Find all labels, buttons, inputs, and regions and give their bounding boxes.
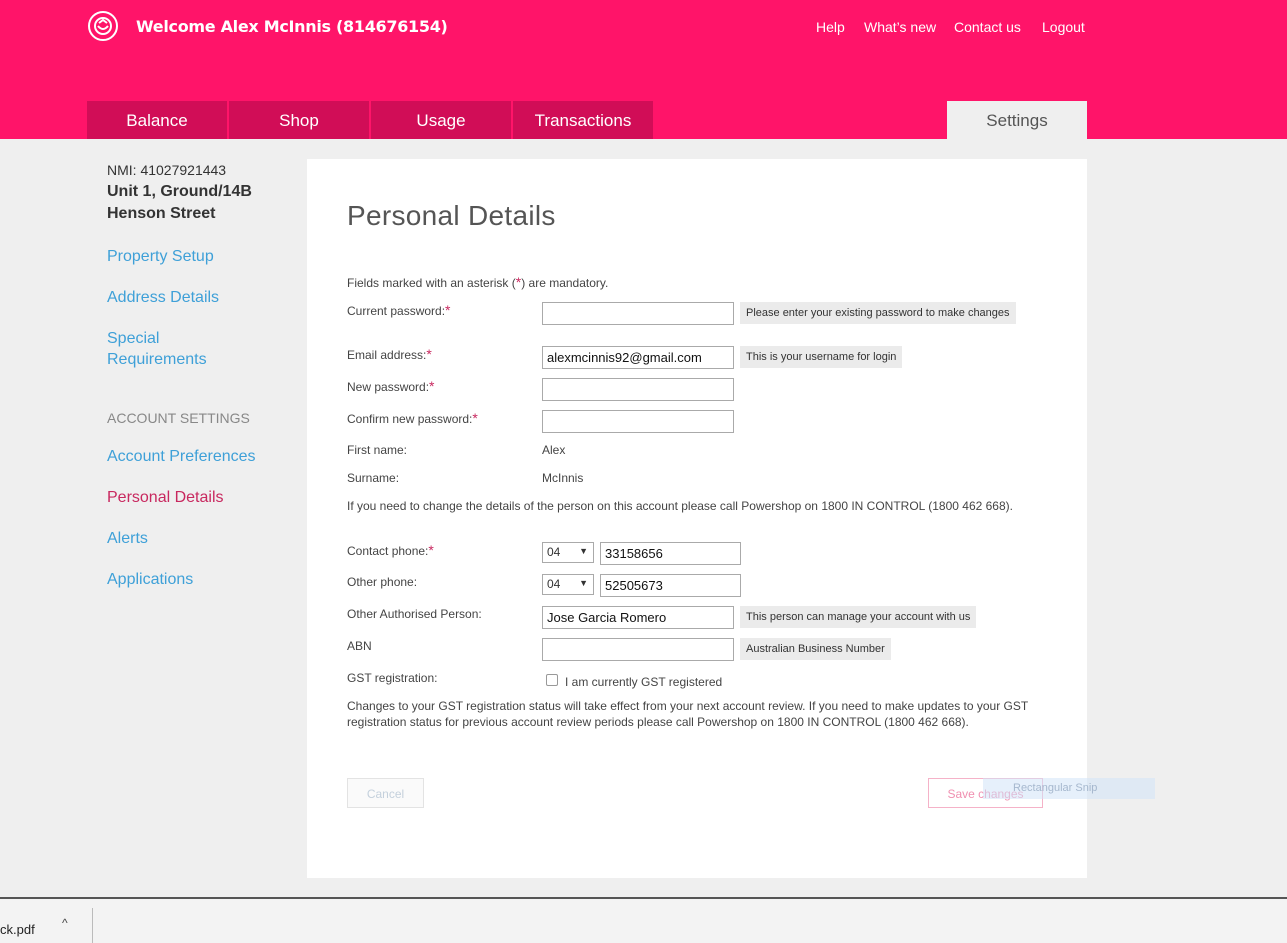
- contact-us-link[interactable]: Contact us: [954, 19, 1021, 35]
- dropdown-arrow-icon: ▼: [579, 546, 588, 556]
- download-bar: [0, 897, 1287, 943]
- sidebar-item-special-requirements-line2[interactable]: Requirements: [107, 349, 207, 370]
- whats-new-link[interactable]: What’s new: [864, 19, 936, 35]
- chevron-up-icon[interactable]: ^: [62, 916, 68, 930]
- cancel-button[interactable]: Cancel: [347, 778, 424, 808]
- content-panel: [307, 159, 1087, 878]
- account-settings-heading: ACCOUNT SETTINGS: [107, 410, 250, 426]
- contact-phone-prefix-select[interactable]: 04 ▼: [542, 542, 594, 563]
- current-password-label: Current password:*: [347, 302, 451, 318]
- dropdown-arrow-icon: ▼: [579, 578, 588, 588]
- tab-balance[interactable]: Balance: [87, 101, 227, 139]
- download-divider: [92, 908, 93, 943]
- gst-label: GST registration:: [347, 671, 438, 685]
- gst-note-line1: Changes to your GST registration status …: [347, 699, 1029, 713]
- other-phone-label: Other phone:: [347, 575, 418, 589]
- sidebar-item-address-details[interactable]: Address Details: [107, 287, 219, 308]
- contact-phone-label: Contact phone:*: [347, 542, 434, 558]
- other-phone-field[interactable]: [600, 574, 741, 597]
- tab-shop[interactable]: Shop: [229, 101, 369, 139]
- logout-link[interactable]: Logout: [1042, 19, 1085, 35]
- sidebar-item-special-requirements[interactable]: Special: [107, 328, 159, 349]
- sidebar-item-alerts[interactable]: Alerts: [107, 528, 148, 549]
- download-file-name[interactable]: ck.pdf: [0, 922, 35, 937]
- current-password-hint: Please enter your existing password to m…: [740, 302, 1016, 324]
- gst-checkbox-label: I am currently GST registered: [565, 675, 723, 689]
- current-password-field[interactable]: [542, 302, 734, 325]
- tab-usage[interactable]: Usage: [371, 101, 511, 139]
- abn-field[interactable]: [542, 638, 734, 661]
- confirm-password-label: Confirm new password:*: [347, 410, 478, 426]
- change-details-note: If you need to change the details of the…: [347, 499, 1013, 513]
- other-person-hint: This person can manage your account with…: [740, 606, 977, 628]
- abn-label: ABN: [347, 639, 372, 653]
- first-name-value: Alex: [542, 443, 566, 457]
- surname-label: Surname:: [347, 471, 400, 485]
- mandatory-note: Fields marked with an asterisk (*) are m…: [347, 274, 609, 290]
- abn-hint: Australian Business Number: [740, 638, 891, 660]
- other-phone-prefix-select[interactable]: 04 ▼: [542, 574, 594, 595]
- other-person-label: Other Authorised Person:: [347, 607, 482, 621]
- gst-note-line2: registration status for previous account…: [347, 715, 969, 729]
- property-address-line1: Unit 1, Ground/14B: [107, 183, 252, 200]
- surname-value: McInnis: [542, 471, 584, 485]
- email-field[interactable]: [542, 346, 734, 369]
- confirm-password-field[interactable]: [542, 410, 734, 433]
- sidebar-item-applications[interactable]: Applications: [107, 569, 193, 590]
- gst-checkbox[interactable]: [546, 674, 558, 686]
- first-name-label: First name:: [347, 443, 408, 457]
- welcome-message: Welcome Alex McInnis (814676154): [136, 17, 448, 36]
- page-title: Personal Details: [347, 200, 556, 231]
- sidebar-item-personal-details[interactable]: Personal Details: [107, 487, 224, 508]
- tab-transactions[interactable]: Transactions: [513, 101, 653, 139]
- rectangular-snip-overlay: Rectangular Snip: [983, 778, 1155, 799]
- sidebar-item-account-preferences[interactable]: Account Preferences: [107, 446, 256, 467]
- sidebar-item-property-setup[interactable]: Property Setup: [107, 246, 214, 267]
- email-hint: This is your username for login: [740, 346, 903, 368]
- contact-phone-field[interactable]: [600, 542, 741, 565]
- tab-settings[interactable]: Settings: [947, 101, 1087, 139]
- other-person-field[interactable]: [542, 606, 734, 629]
- new-password-label: New password:*: [347, 378, 435, 394]
- site-header: Welcome Alex McInnis (814676154) Help Wh…: [0, 0, 1287, 139]
- powershop-logo-icon[interactable]: [88, 11, 118, 41]
- property-address-line2: Henson Street: [107, 205, 216, 222]
- new-password-field[interactable]: [542, 378, 734, 401]
- nmi-number: NMI: 41027921443: [107, 162, 227, 178]
- email-label: Email address:*: [347, 346, 432, 362]
- help-link[interactable]: Help: [816, 19, 845, 35]
